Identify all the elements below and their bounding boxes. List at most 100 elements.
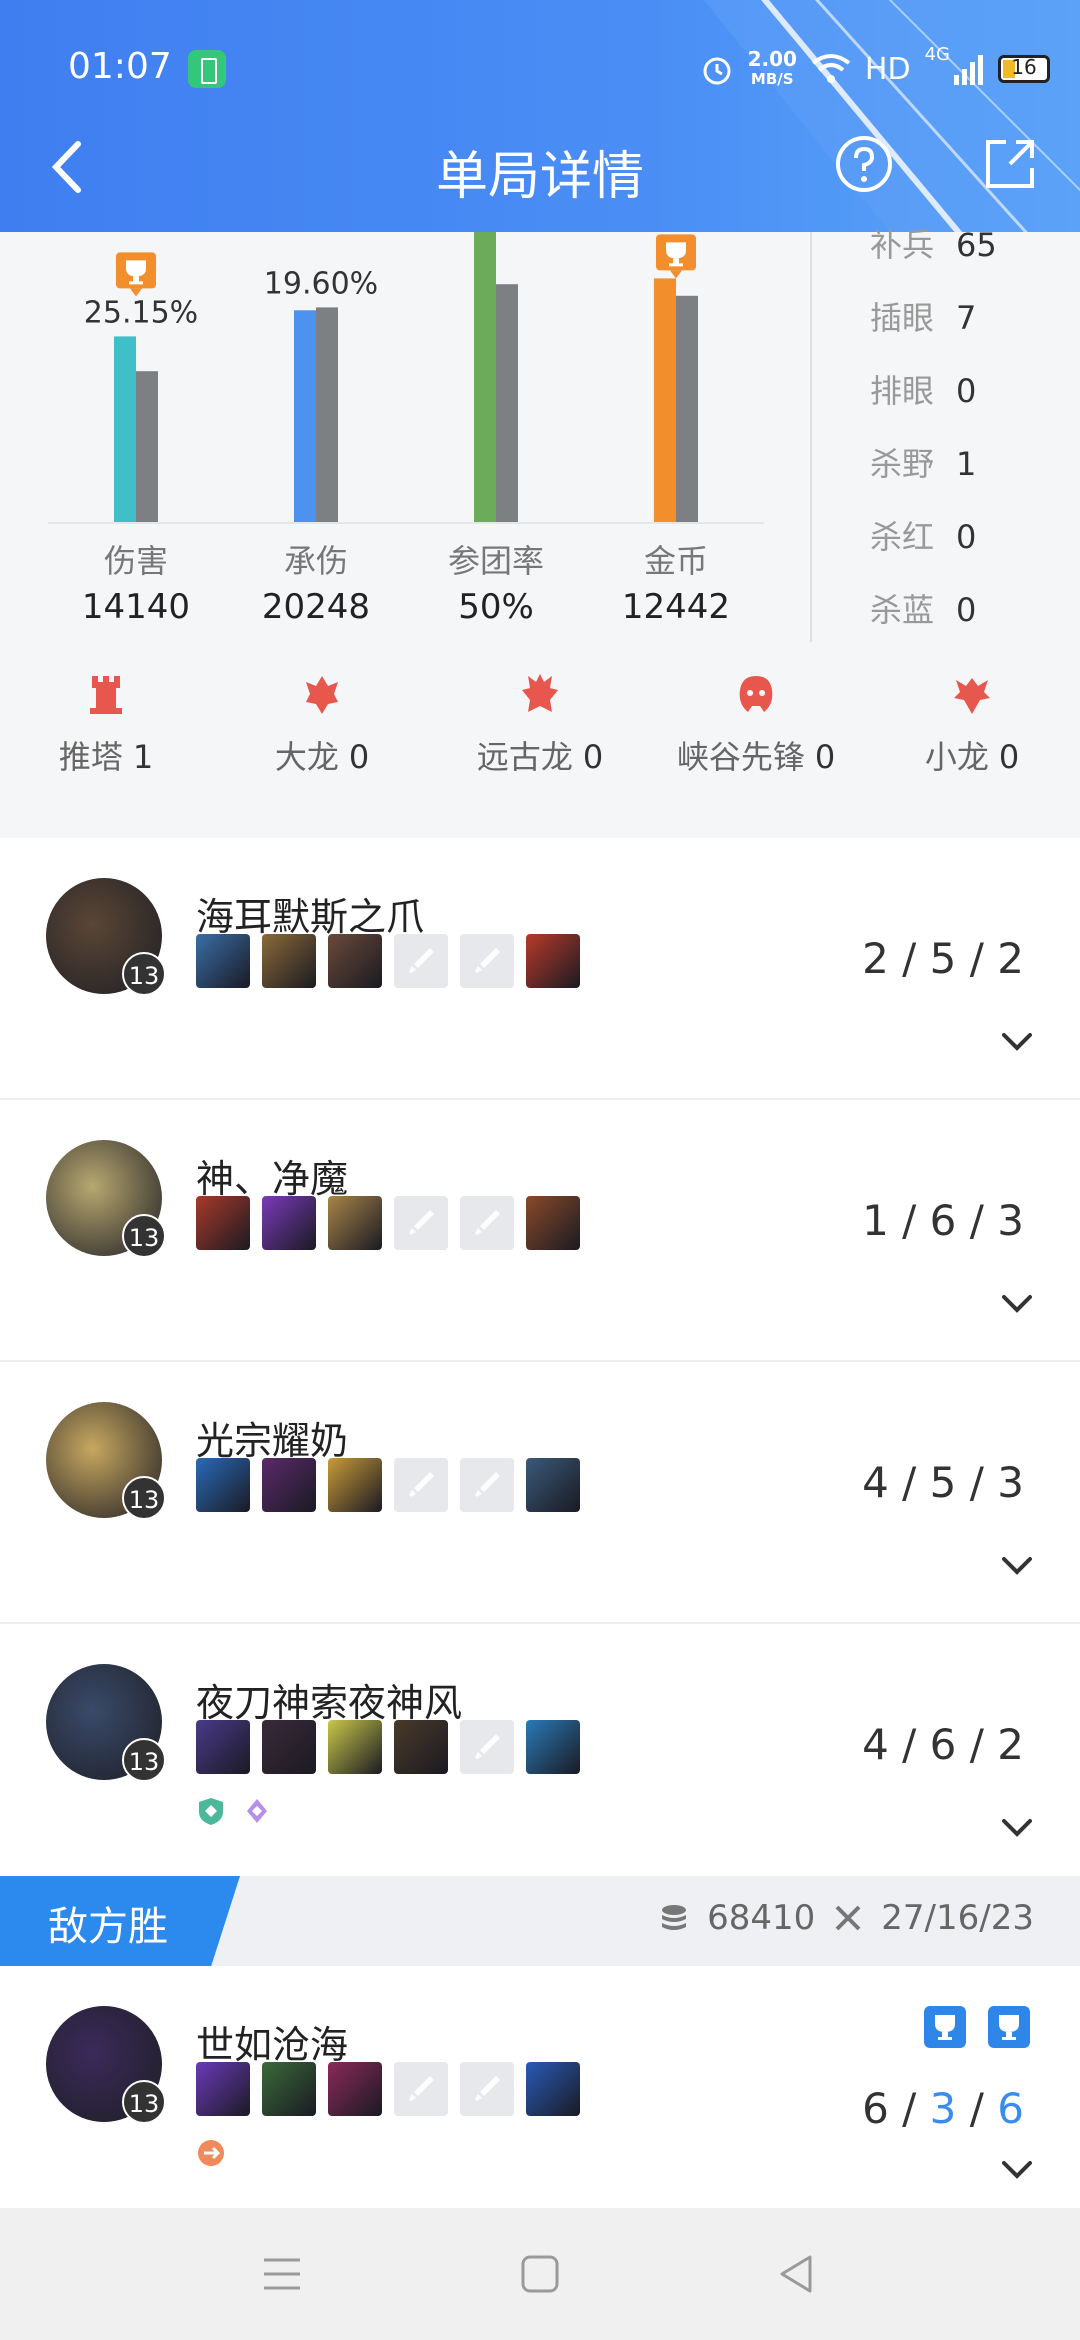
player-row[interactable]: 13 神、净魔 1 / 6 / 3 [0, 1100, 1080, 1362]
item-icon[interactable] [262, 1720, 316, 1774]
objective-label: 小龙 0 [862, 732, 1080, 778]
wifi-icon [811, 54, 851, 83]
share-icon[interactable] [980, 134, 1040, 194]
chevron-down-icon[interactable] [1000, 1030, 1034, 1054]
item-icon[interactable] [526, 1458, 580, 1512]
kda-separator: / [956, 1458, 998, 1507]
side-stat-value: 0 [956, 372, 977, 410]
baron-icon [306, 676, 338, 714]
item-icon[interactable] [196, 2062, 250, 2116]
menu-icon[interactable] [262, 2256, 302, 2292]
team-stats: 68410 27/16/23 [659, 1898, 1034, 1938]
empty-item-slot[interactable] [394, 1196, 448, 1250]
team-kda: 27/16/23 [881, 1898, 1034, 1938]
item-icon[interactable] [196, 1458, 250, 1512]
level-badge: 13 [122, 1738, 166, 1782]
kda-value: 6 [862, 2084, 889, 2133]
sword-placeholder-icon [409, 948, 434, 973]
objective-label: 大龙 0 [212, 732, 432, 778]
trophy-icon [116, 252, 156, 297]
item-icon[interactable] [328, 1720, 382, 1774]
player-name: 夜刀神索夜神风 [196, 1681, 463, 1725]
item-icon[interactable] [526, 934, 580, 988]
objective-value: 1 [132, 738, 154, 776]
category-value-0: 14140 [82, 587, 190, 627]
category-label-0: 伤害 [104, 542, 168, 580]
empty-item-slot[interactable] [460, 1720, 514, 1774]
category-label-2: 参团率 [448, 542, 544, 580]
item-icon[interactable] [328, 934, 382, 988]
status-bar: 01:07 2.00 MB/S HD 4G 16 [0, 40, 1080, 100]
trophy-badges [924, 2006, 1030, 2048]
side-stat-label: 杀红 [870, 518, 935, 556]
side-stat-label: 插眼 [870, 299, 935, 337]
empty-item-slot[interactable] [460, 934, 514, 988]
chevron-down-icon[interactable] [1000, 1554, 1034, 1578]
item-icon[interactable] [526, 1720, 580, 1774]
item-icon[interactable] [262, 1458, 316, 1512]
home-icon[interactable] [520, 2254, 560, 2294]
player-row[interactable]: 13 海耳默斯之爪 2 / 5 / 2 [0, 838, 1080, 1100]
item-icon[interactable] [394, 1720, 448, 1774]
stats-panel: 25.15% 伤害 14140 19.60% 承伤 20248 参团率 50% 金币 12442 … [0, 226, 1080, 838]
item-icon[interactable] [196, 1196, 250, 1250]
objective-1: 大龙 0 [212, 672, 432, 778]
kda-separator: / [956, 2084, 998, 2133]
battery-icon: 16 [998, 55, 1050, 83]
objective-value: 0 [814, 738, 836, 776]
objective-value: 0 [348, 738, 370, 776]
network-label: 4G [924, 44, 950, 65]
sword-placeholder-icon [475, 1472, 500, 1497]
shield-badge-icon [199, 1798, 223, 1825]
kda-value: 2 [997, 934, 1024, 983]
empty-item-slot[interactable] [460, 1458, 514, 1512]
item-slots [196, 1458, 580, 1512]
net-speed-unit: MB/S [750, 70, 794, 88]
empty-item-slot[interactable] [394, 1458, 448, 1512]
kda-value: 3 [929, 2084, 957, 2133]
side-stat-value: 7 [956, 299, 977, 337]
item-icon[interactable] [196, 934, 250, 988]
objective-label: 远古龙 0 [430, 732, 650, 778]
item-icon[interactable] [262, 1196, 316, 1250]
empty-item-slot[interactable] [394, 934, 448, 988]
empty-item-slot[interactable] [460, 2062, 514, 2116]
objective-name: 远古龙 [476, 738, 573, 776]
chevron-down-icon[interactable] [1000, 1292, 1034, 1316]
item-icon[interactable] [328, 2062, 382, 2116]
net-speed: 2.00 MB/S [748, 49, 797, 89]
sword-placeholder-icon [409, 2076, 434, 2101]
kda-separator: / [888, 1196, 930, 1245]
kda-separator: / [956, 1196, 998, 1245]
item-icon[interactable] [526, 1196, 580, 1250]
badges [196, 1796, 272, 1826]
help-icon[interactable] [834, 134, 894, 194]
player-row[interactable]: 13 光宗耀奶 4 / 5 / 3 [0, 1362, 1080, 1624]
objective-label: 峡谷先锋 0 [646, 732, 866, 778]
battery-level: 16 [1011, 55, 1037, 79]
empty-item-slot[interactable] [460, 1196, 514, 1250]
chevron-down-icon[interactable] [1000, 2158, 1034, 2182]
level-badge: 13 [122, 1476, 166, 1520]
player-name: 世如沧海 [196, 2023, 349, 2067]
item-icon[interactable] [262, 2062, 316, 2116]
empty-item-slot[interactable] [394, 2062, 448, 2116]
sword-placeholder-icon [409, 1472, 434, 1497]
category-value-1: 20248 [262, 587, 370, 627]
divider [810, 232, 812, 642]
item-icon[interactable] [262, 934, 316, 988]
item-icon[interactable] [328, 1196, 382, 1250]
chevron-down-icon[interactable] [1000, 1816, 1034, 1840]
back-icon[interactable] [776, 2254, 816, 2294]
item-icon[interactable] [328, 1458, 382, 1512]
enemy-player-row[interactable]: 13 世如沧海 6 / 3 / 6 [0, 1966, 1080, 2228]
item-icon[interactable] [196, 1720, 250, 1774]
bar-avg-0 [136, 371, 158, 522]
herald-icon [739, 676, 773, 712]
item-icon[interactable] [526, 2062, 580, 2116]
kda-separator: / [888, 934, 930, 983]
status-icons: 2.00 MB/S HD 4G 16 [700, 44, 1050, 94]
player-row[interactable]: 13 夜刀神索夜神风 4 / 6 / 2 [0, 1624, 1080, 1886]
objective-value: 0 [582, 738, 604, 776]
bar-own-3 [654, 278, 676, 522]
